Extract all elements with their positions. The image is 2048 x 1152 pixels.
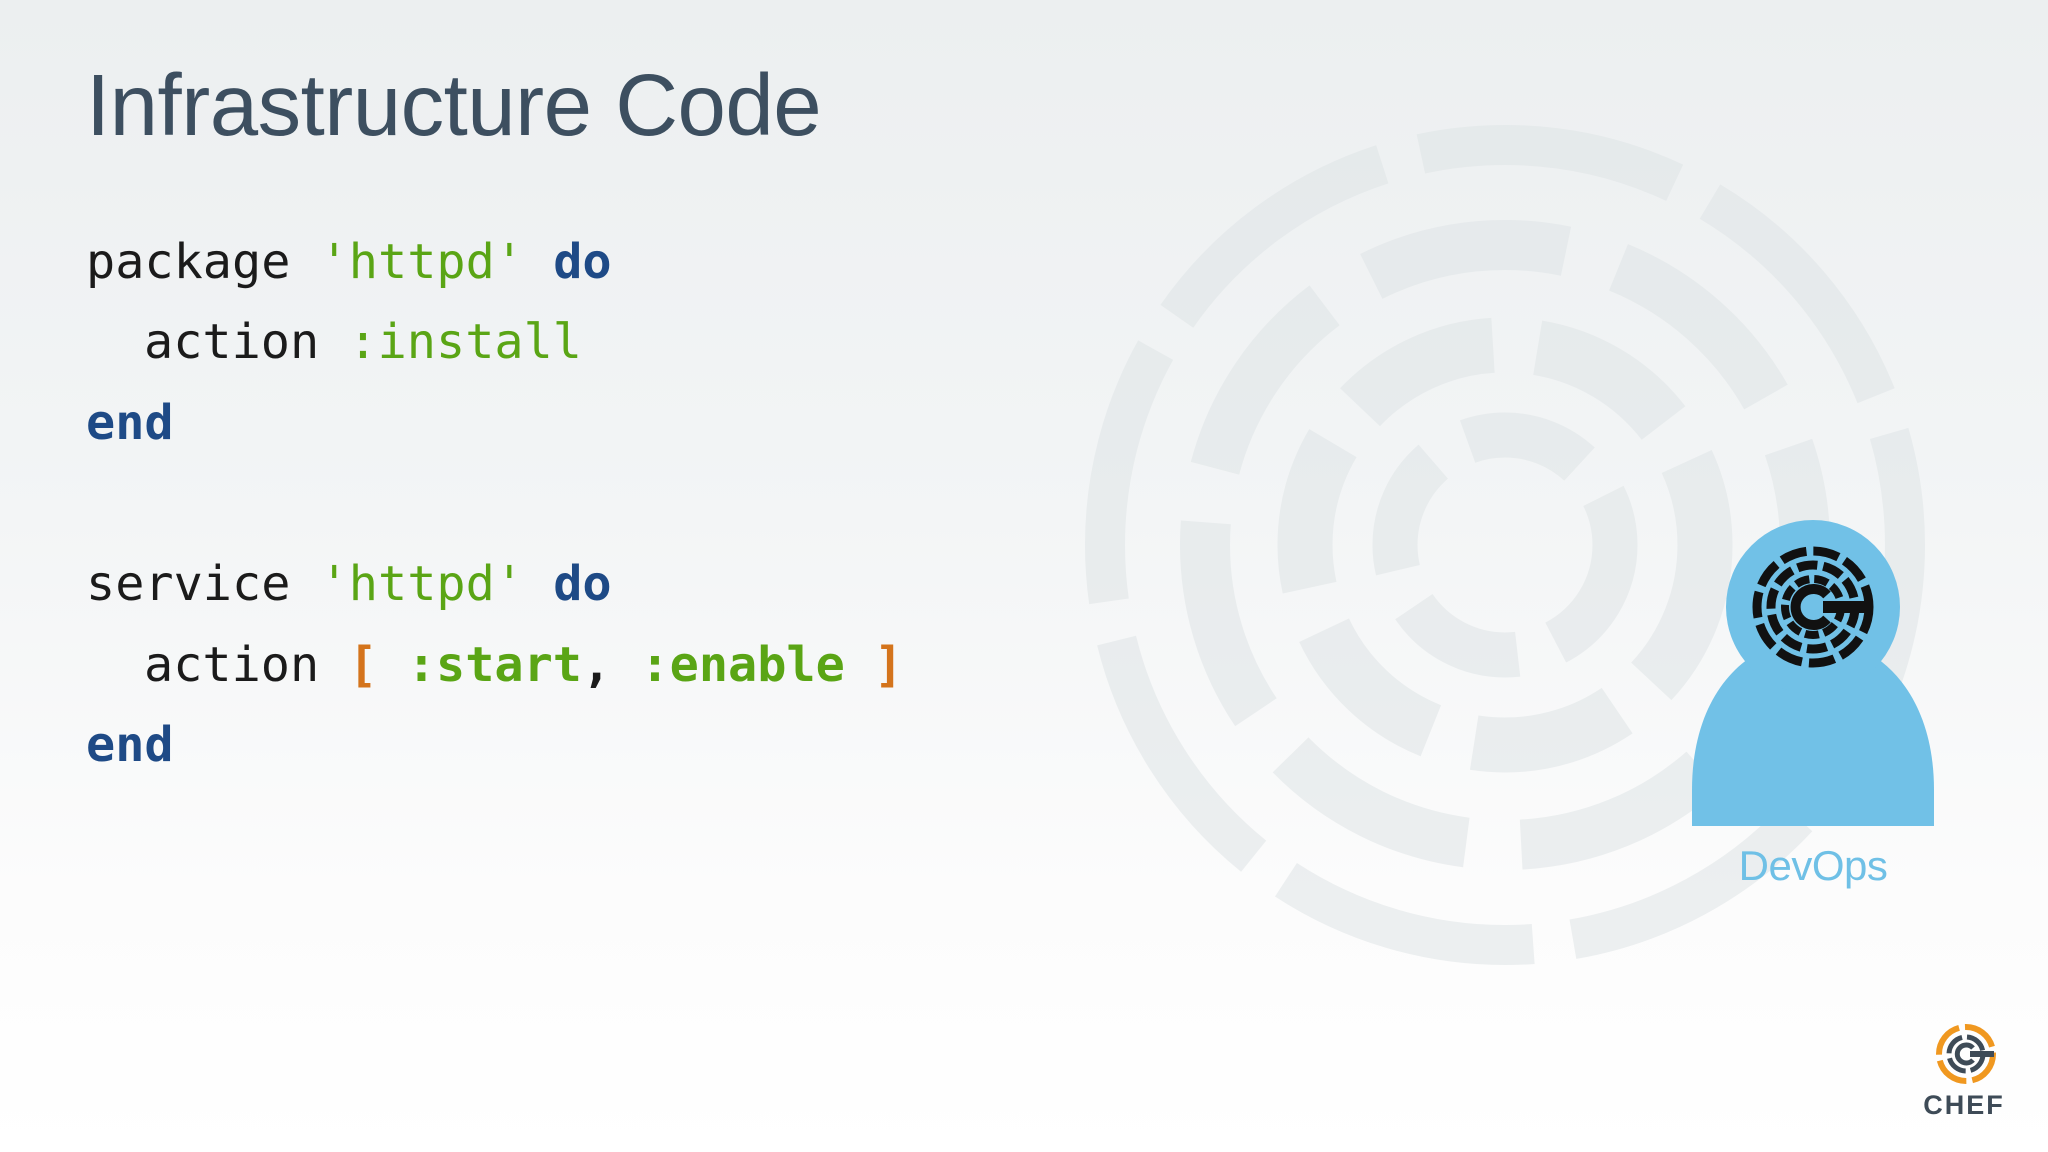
slide: Infrastructure Code package 'httpd' do a… — [0, 0, 2048, 1152]
code-action: action — [144, 637, 320, 693]
code-block: package 'httpd' do action :install end s… — [86, 238, 903, 854]
chef-logo-icon — [1936, 1024, 1996, 1084]
code-resource: service — [86, 556, 291, 612]
code-symbol: :install — [348, 314, 583, 370]
chef-wordmark: CHEF — [1923, 1090, 2005, 1120]
code-symbol: :enable — [640, 637, 845, 693]
devops-person-icon — [1692, 520, 1934, 826]
code-line: package 'httpd' do — [86, 238, 612, 287]
devops-label: DevOps — [1738, 842, 1888, 889]
code-line: action [ :start, :enable ] — [86, 641, 903, 690]
code-bracket: ] — [874, 637, 904, 693]
code-string: 'httpd' — [319, 556, 525, 612]
code-action: action — [144, 314, 320, 370]
code-keyword: end — [86, 717, 174, 773]
code-line: end — [86, 721, 174, 770]
code-keyword: do — [553, 234, 612, 290]
chef-logo: CHEF — [1914, 1022, 2014, 1122]
code-symbol: :start — [406, 637, 583, 693]
code-keyword: end — [86, 395, 174, 451]
code-bracket: [ — [348, 637, 378, 693]
code-keyword: do — [553, 556, 612, 612]
code-string: 'httpd' — [319, 234, 525, 290]
slide-title: Infrastructure Code — [86, 57, 822, 154]
devops-persona: DevOps — [1690, 520, 1936, 895]
code-resource: package — [86, 234, 291, 290]
code-line: action :install — [86, 318, 582, 367]
code-comma: , — [582, 637, 612, 693]
code-line: end — [86, 399, 174, 448]
code-line: service 'httpd' do — [86, 560, 612, 609]
